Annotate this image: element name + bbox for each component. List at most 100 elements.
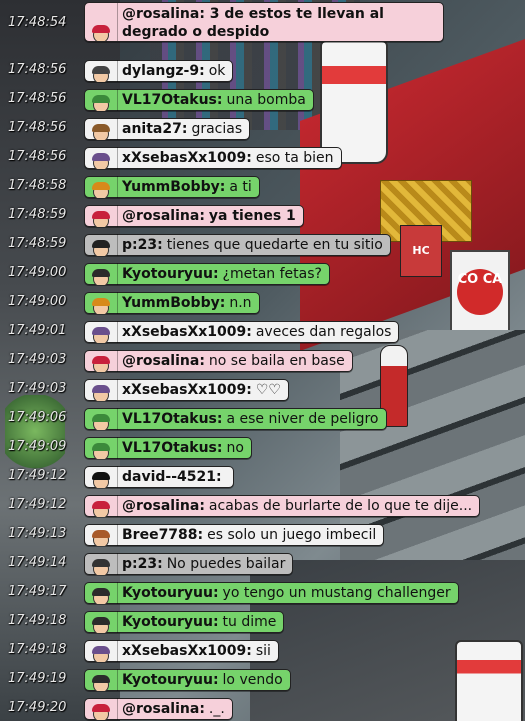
chat-bubble[interactable]: Bree7788: es solo un juego imbecil — [84, 524, 385, 546]
user-avatar[interactable] — [85, 698, 118, 720]
message-timestamp: 17:49:18 — [8, 642, 67, 657]
user-avatar[interactable] — [85, 408, 118, 430]
username[interactable]: xXsebasXx1009: — [122, 382, 252, 398]
message-text: yo tengo un mustang challenger — [222, 585, 451, 601]
message-timestamp: 17:48:59 — [8, 207, 67, 222]
chat-bubble[interactable]: YummBobby: n.n — [84, 292, 260, 314]
username[interactable]: xXsebasXx1009: — [122, 643, 252, 659]
message-timestamp: 17:48:56 — [8, 91, 67, 106]
message-timestamp: 17:49:03 — [8, 352, 67, 367]
username[interactable]: YummBobby: — [122, 179, 225, 195]
username[interactable]: p:23: — [122, 556, 163, 572]
message-timestamp: 17:49:12 — [8, 468, 67, 483]
username[interactable]: @rosalina: — [122, 353, 205, 369]
avatar-head-icon — [92, 646, 110, 662]
chat-bubble[interactable]: p:23: No puedes bailar — [84, 553, 294, 575]
user-avatar[interactable] — [85, 640, 118, 662]
chat-bubble[interactable]: @rosalina: ._. — [84, 698, 233, 720]
chat-bubble[interactable]: Kyotouryuu: yo tengo un mustang challenge… — [84, 582, 459, 604]
user-avatar[interactable] — [85, 60, 118, 82]
avatar-head-icon — [92, 559, 110, 575]
avatar-head-icon — [92, 327, 110, 343]
user-avatar[interactable] — [85, 437, 118, 459]
chat-bubble[interactable]: @rosalina: ya tienes 1 — [84, 205, 304, 227]
soda-cup-left — [320, 40, 388, 164]
user-avatar[interactable] — [85, 118, 118, 140]
chat-bubble[interactable]: VL17Otakus: no — [84, 437, 252, 459]
chat-bubble[interactable]: p:23: tienes que quedarte en tu sitio — [84, 234, 391, 256]
avatar-head-icon — [92, 675, 110, 691]
message-timestamp: 17:49:06 — [8, 410, 67, 425]
user-avatar[interactable] — [85, 466, 118, 488]
chat-bubble[interactable]: VL17Otakus: una bomba — [84, 89, 314, 111]
chat-bubble[interactable]: @rosalina: 3 de estos te llevan al degra… — [84, 2, 444, 42]
user-avatar[interactable] — [85, 147, 118, 169]
username[interactable]: Kyotouryuu: — [122, 266, 219, 282]
message-text: sii — [255, 643, 271, 659]
username[interactable]: Kyotouryuu: — [122, 672, 219, 688]
username[interactable]: VL17Otakus: — [122, 440, 223, 456]
message-text: eso ta bien — [255, 150, 334, 166]
avatar-head-icon — [92, 153, 110, 169]
username[interactable]: p:23: — [122, 237, 163, 253]
user-avatar[interactable] — [85, 176, 118, 198]
user-avatar[interactable] — [85, 379, 118, 401]
user-avatar[interactable] — [85, 89, 118, 111]
chat-bubble[interactable]: dylangz-9: ok — [84, 60, 234, 82]
user-avatar[interactable] — [85, 321, 118, 343]
username[interactable]: xXsebasXx1009: — [122, 324, 252, 340]
username[interactable]: YummBobby: — [122, 295, 225, 311]
chat-bubble[interactable]: xXsebasXx1009: sii — [84, 640, 279, 662]
avatar-head-icon — [92, 66, 110, 82]
message-text: gracias — [191, 121, 243, 137]
username[interactable]: VL17Otakus: — [122, 411, 223, 427]
chat-bubble[interactable]: Kyotouryuu: lo vendo — [84, 669, 291, 691]
username[interactable]: xXsebasXx1009: — [122, 150, 252, 166]
user-avatar[interactable] — [85, 3, 118, 41]
user-avatar[interactable] — [85, 582, 118, 604]
username[interactable]: Kyotouryuu: — [122, 585, 219, 601]
message-timestamp: 17:49:00 — [8, 265, 67, 280]
user-avatar[interactable] — [85, 669, 118, 691]
chat-bubble[interactable]: @rosalina: no se baila en base — [84, 350, 353, 372]
username[interactable]: Kyotouryuu: — [122, 614, 219, 630]
chat-bubble[interactable]: Kyotouryuu: tu dime — [84, 611, 285, 633]
chat-bubble[interactable]: david--4521: — [84, 466, 234, 488]
message-text: ya tienes 1 — [208, 208, 296, 224]
chat-bubble[interactable]: VL17Otakus: a ese niver de peligro — [84, 408, 387, 430]
message-timestamp: 17:48:56 — [8, 62, 67, 77]
message-timestamp: 17:49:03 — [8, 381, 67, 396]
message-text: ok — [208, 63, 226, 79]
username[interactable]: anita27: — [122, 121, 187, 137]
chat-bubble[interactable]: Kyotouryuu: ¿metan fetas? — [84, 263, 330, 285]
user-avatar[interactable] — [85, 495, 118, 517]
user-avatar[interactable] — [85, 524, 118, 546]
username[interactable]: VL17Otakus: — [122, 92, 223, 108]
message-timestamp: 17:49:17 — [8, 584, 67, 599]
user-avatar[interactable] — [85, 234, 118, 256]
user-avatar[interactable] — [85, 553, 118, 575]
chat-bubble[interactable]: xXsebasXx1009: eso ta bien — [84, 147, 342, 169]
username[interactable]: Bree7788: — [122, 527, 203, 543]
username[interactable]: @rosalina: — [122, 6, 205, 22]
username[interactable]: @rosalina: — [122, 498, 205, 514]
message-timestamp: 17:48:54 — [8, 15, 67, 30]
user-avatar[interactable] — [85, 205, 118, 227]
chat-bubble[interactable]: anita27: gracias — [84, 118, 251, 140]
username[interactable]: @rosalina: — [122, 208, 205, 224]
message-timestamp: 17:48:56 — [8, 149, 67, 164]
avatar-head-icon — [92, 704, 110, 720]
user-avatar[interactable] — [85, 292, 118, 314]
chat-bubble[interactable]: xXsebasXx1009: ♡♡ — [84, 379, 289, 401]
user-avatar[interactable] — [85, 263, 118, 285]
user-avatar[interactable] — [85, 350, 118, 372]
chat-bubble[interactable]: xXsebasXx1009: aveces dan regalos — [84, 321, 400, 343]
avatar-head-icon — [92, 385, 110, 401]
username[interactable]: dylangz-9: — [122, 63, 205, 79]
chat-bubble[interactable]: YummBobby: a ti — [84, 176, 260, 198]
username[interactable]: david--4521: — [122, 469, 222, 485]
message-text: una bomba — [226, 92, 306, 108]
chat-bubble[interactable]: @rosalina: acabas de burlarte de lo que t… — [84, 495, 481, 517]
username[interactable]: @rosalina: — [122, 701, 205, 717]
user-avatar[interactable] — [85, 611, 118, 633]
